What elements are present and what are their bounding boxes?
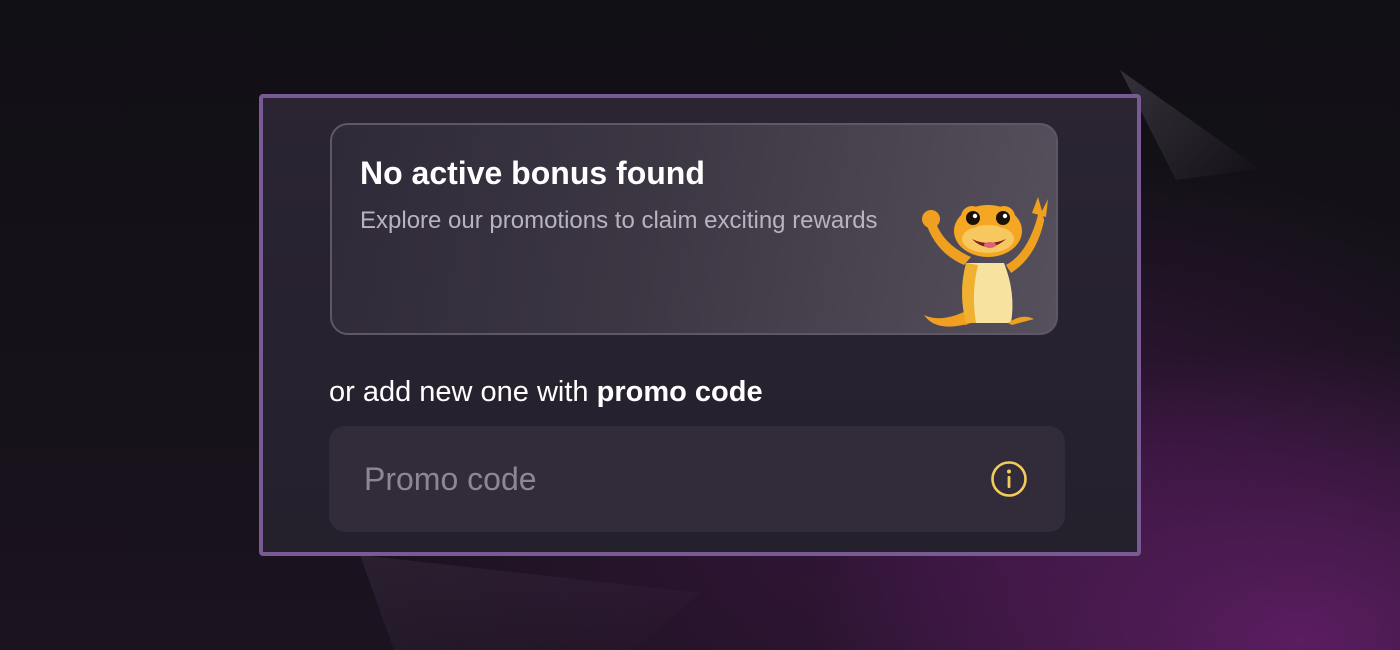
gecko-mascot-icon (922, 197, 1048, 327)
promo-code-input[interactable] (329, 426, 989, 532)
promo-label-bold: promo code (596, 376, 763, 408)
bonus-card-title: No active bonus found (360, 155, 705, 191)
promo-code-field (329, 426, 1065, 532)
background-decoration (360, 555, 700, 650)
background-decoration (1120, 70, 1260, 180)
promo-label-prefix: or add new one with (329, 376, 597, 408)
no-bonus-card: No active bonus found Explore our promot… (330, 123, 1058, 335)
bonus-panel: No active bonus found Explore our promot… (259, 94, 1141, 556)
info-icon[interactable] (989, 459, 1029, 499)
bonus-card-subtitle: Explore our promotions to claim exciting… (360, 207, 878, 234)
promo-code-label: or add new one with promo code (329, 376, 763, 409)
